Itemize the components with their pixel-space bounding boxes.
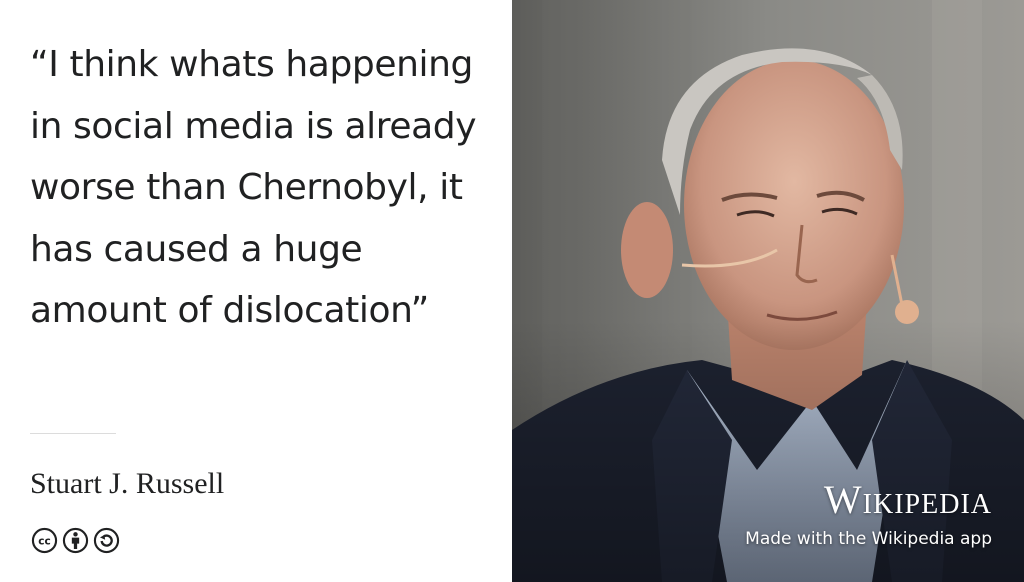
- wikipedia-logo: Wikipedia: [823, 477, 992, 522]
- divider: [30, 433, 116, 434]
- author-name: Stuart J. Russell: [30, 467, 225, 500]
- license-icons: cc: [31, 527, 120, 554]
- quote-text: “I think whats happening in social media…: [30, 44, 477, 331]
- svg-text:cc: cc: [38, 536, 51, 548]
- portrait-panel: cc Wikipedia Made with the Wikipedia app: [512, 0, 1024, 582]
- share-alike-icon: [93, 527, 120, 554]
- cc-icon: cc: [31, 527, 58, 554]
- attribution-icon: [62, 527, 89, 554]
- app-tagline: Made with the Wikipedia app: [745, 529, 992, 549]
- quote-card: “I think whats happening in social media…: [0, 0, 1024, 582]
- quote-panel: “I think whats happening in social media…: [0, 0, 512, 582]
